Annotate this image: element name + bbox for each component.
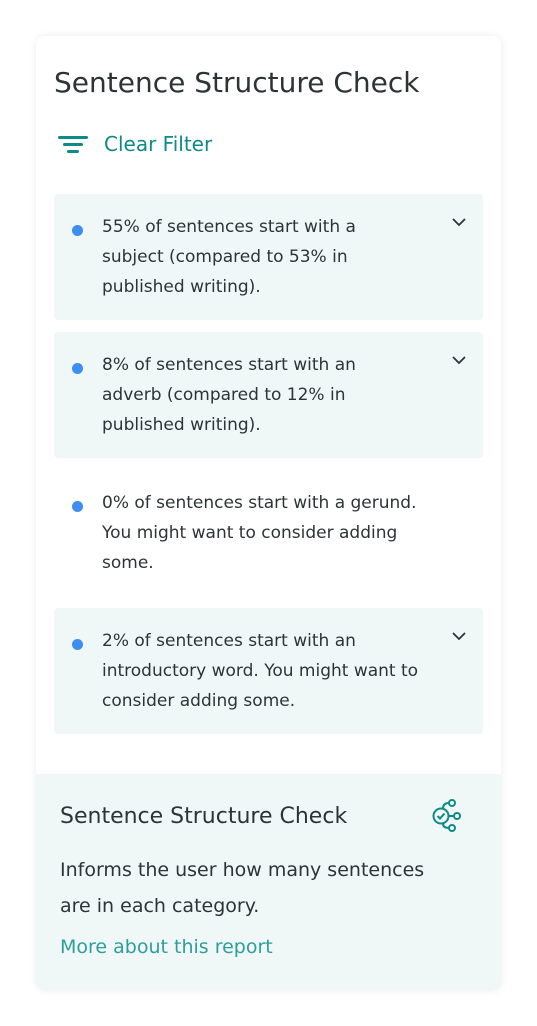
list-item[interactable]: 55% of sentences start with a subject (c… bbox=[54, 194, 483, 320]
list-item: 0% of sentences start with a gerund. You… bbox=[54, 470, 483, 596]
item-text: 0% of sentences start with a gerund. You… bbox=[102, 493, 417, 573]
chevron-down-icon[interactable] bbox=[451, 630, 467, 642]
report-info-title: Sentence Structure Check bbox=[60, 804, 348, 829]
page-title: Sentence Structure Check bbox=[54, 66, 420, 99]
structure-check-icon bbox=[432, 799, 461, 832]
item-text: 8% of sentences start with an adverb (co… bbox=[102, 355, 356, 435]
report-info-section: Sentence Structure Check Informs the use… bbox=[36, 774, 501, 990]
bullet-dot bbox=[72, 501, 83, 512]
clear-filter-button[interactable]: Clear Filter bbox=[58, 132, 212, 156]
report-description: Informs the user how many sentences are … bbox=[60, 859, 425, 917]
chevron-down-icon[interactable] bbox=[451, 354, 467, 366]
report-card: Sentence Structure Check Clear Filter 55… bbox=[36, 36, 501, 990]
filter-icon bbox=[58, 132, 88, 156]
more-about-report-link[interactable]: More about this report bbox=[60, 936, 273, 958]
bullet-dot bbox=[72, 225, 83, 236]
list-item[interactable]: 2% of sentences start with an introducto… bbox=[54, 608, 483, 734]
chevron-down-icon[interactable] bbox=[451, 216, 467, 228]
bullet-dot bbox=[72, 639, 83, 650]
item-text: 2% of sentences start with an introducto… bbox=[102, 631, 419, 711]
clear-filter-label: Clear Filter bbox=[104, 132, 213, 156]
bullet-dot bbox=[72, 363, 83, 374]
list-item[interactable]: 8% of sentences start with an adverb (co… bbox=[54, 332, 483, 458]
item-text: 55% of sentences start with a subject (c… bbox=[102, 217, 356, 297]
